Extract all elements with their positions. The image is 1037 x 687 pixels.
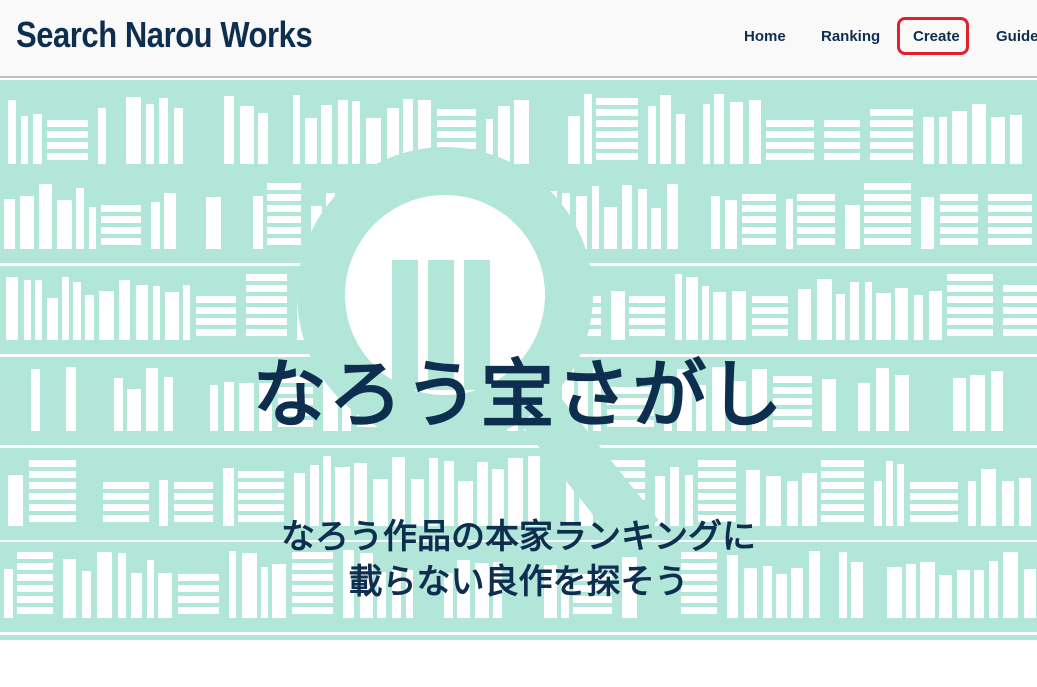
nav-create-link[interactable]: Create (913, 28, 960, 45)
hero-title: なろう宝さがし (252, 352, 785, 438)
nav-ranking-link[interactable]: Ranking (821, 28, 880, 45)
main-nav: Home Ranking Create Guide (0, 0, 1037, 76)
hero-subtitle-line2: 載らない良作を探そう (348, 562, 689, 602)
hero-subtitle-line1: なろう作品の本家ランキングに (281, 517, 756, 557)
hero-banner: なろう宝さがし なろう作品の本家ランキングに 載らない良作を探そう (0, 80, 1037, 640)
nav-home-link[interactable]: Home (744, 28, 786, 45)
nav-guide-link[interactable]: Guide (996, 28, 1037, 45)
site-header: Search Narou Works Home Ranking Create G… (0, 0, 1037, 78)
